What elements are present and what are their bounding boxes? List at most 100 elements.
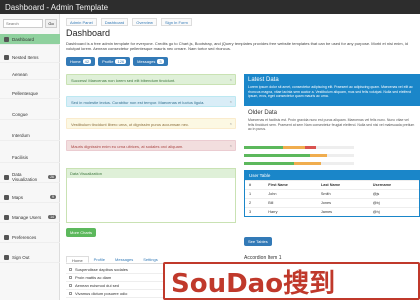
alert-text: Sed in molestie lectus. Curabitur non es… [71,100,205,105]
list-icon [4,54,9,60]
sidebar-item[interactable]: Interdum [0,130,60,141]
intro-text: Dashboard is a free admin template for e… [66,41,408,51]
table-row: 2 Bill Jones @bj [245,198,419,208]
sidebar-item[interactable]: Congue [0,109,60,120]
sidebar-item[interactable]: Maps 9 [0,192,60,203]
list-item-label: Aenean euismod dui sed [75,283,120,288]
sidebar-item-label: Aenean [12,71,28,77]
panel-text: Lorem ipsum dolor sit amet, consectetur … [248,85,413,98]
pill-badge: 42 [82,59,92,64]
pill-label: Messages [137,59,156,64]
panel-text: Maecenas et facilisis est. Proin gravida… [248,118,415,131]
sidebar-item-label: Manage Users [12,214,42,220]
sidebar-item[interactable]: Aenean [0,69,60,80]
sidebar-item[interactable]: Preferences [0,232,60,243]
progress-segment [310,154,327,157]
close-icon[interactable]: × [230,99,232,104]
sidebar: Go Dashboard Nested Items Aenean Pellentesq… [0,14,60,300]
sidebar-item-label: Preferences [12,234,37,240]
breadcrumb-item[interactable]: Sign In Form [160,18,192,26]
breadcrumb-item[interactable]: Admin Panel [66,18,97,26]
sidebar-item-label: Sign Out [12,254,30,260]
tab-home[interactable]: Home [66,256,89,263]
more-charts-button[interactable]: More Charts [66,228,97,237]
sidebar-item[interactable]: Sign Out [0,252,60,263]
progress-segment [293,162,321,165]
latest-data-panel: Latest Data Lorem ipsum dolor sit amet, … [244,74,420,106]
table-cell: Harry [264,207,317,216]
alert-warning: Vestibulum tincidunt libero urna, ut dig… [66,118,236,129]
breadcrumb-item[interactable]: Dashboard [100,18,129,26]
progress-segment [304,146,316,149]
sidebar-item[interactable]: Manage Users 14 [0,212,60,223]
sidebar-item-label: Facilisis [12,154,29,160]
pill-badge: 3 [157,59,164,64]
app-title-bar: Dashboard - Admin Template [0,0,420,14]
close-icon[interactable]: × [230,121,232,126]
table-cell: @hj [368,207,419,216]
tab-settings[interactable]: Settings [138,256,162,263]
alert-text: Vestibulum tincidunt libero urna, ut dig… [71,122,190,127]
progress-segment [244,162,294,165]
close-icon[interactable]: × [230,77,232,82]
breadcrumb-item[interactable]: Overview [132,18,157,26]
close-icon[interactable]: × [230,143,232,148]
watermark-text: SouDao搜到 [171,268,336,299]
chart-icon [4,174,9,180]
tab-profile[interactable]: Profile [89,256,110,263]
sidebar-item[interactable]: Nested Items [0,52,60,63]
count-badge: 9 [50,195,56,199]
count-badge: 26 [48,175,56,179]
pill-profile[interactable]: Profile 126 [98,57,131,66]
tab-messages[interactable]: Messages [110,256,138,263]
sidebar-item[interactable]: Pellentesque [0,88,60,99]
table-row: 1 John Smith @js [245,189,419,199]
sidebar-item-label: Pellentesque [12,90,39,96]
table-cell: @js [368,189,419,199]
checkbox[interactable] [69,268,72,271]
panel-title: Latest Data [248,77,279,83]
pill-home[interactable]: Home 42 [66,57,96,66]
progress-segment [282,146,305,149]
table-row: 3 Harry James @hj [245,207,419,216]
table-cell: 3 [245,207,265,216]
table-cell: Jones [316,198,369,208]
list-item-label: Proin mattis ac diam [75,275,112,280]
see-tables-button[interactable]: See Tables [244,237,272,246]
gear-icon [4,234,9,240]
pill-label: Home [70,59,81,64]
table-cell: John [264,189,317,199]
app-title: Dashboard - Admin Template [5,3,109,12]
sidebar-item-label: Dashboard [12,36,35,42]
column-header: Last Name [316,180,369,190]
user-table-panel: User Table # First Name Last Name Username … [244,170,420,217]
table-cell: @bj [368,198,419,208]
table-cell: 1 [245,189,265,199]
table-cell: 2 [245,198,265,208]
search-input[interactable] [3,19,43,28]
sidebar-item[interactable]: Data Visualization 26 [0,172,60,183]
search-button[interactable]: Go [45,19,57,28]
checkbox[interactable] [69,292,72,295]
data-visualization-panel: Data Visualization [66,168,236,223]
dashboard-icon [4,36,9,42]
panel-title: User Table [245,171,419,180]
sidebar-item-label: Congue [12,111,28,117]
pill-label: Profile [102,59,114,64]
alert-text: Mauris dignissim enim eu urna ultrices, … [71,144,184,149]
checkbox[interactable] [69,276,72,279]
column-header: Username [368,180,419,190]
checkbox[interactable] [69,284,72,287]
older-data-panel: Older Data Maecenas et facilisis est. Pr… [244,110,420,132]
sidebar-item-label: Data Visualization [12,172,38,182]
column-header: First Name [264,180,317,190]
watermark-logo: SouDao搜到 [163,262,420,300]
sidebar-item-label: Interdum [12,132,30,138]
sidebar-item[interactable]: Dashboard [0,34,60,45]
alert-info: Sed in molestie lectus. Curabitur non es… [66,96,236,107]
pill-messages[interactable]: Messages 3 [133,57,168,66]
alert-success: Success! Maecenas non lorem sed elit bib… [66,74,236,85]
sidebar-item-label: Maps [12,194,24,200]
panel-title: Data Visualization [67,169,235,178]
sidebar-item[interactable]: Facilisis [0,152,60,163]
